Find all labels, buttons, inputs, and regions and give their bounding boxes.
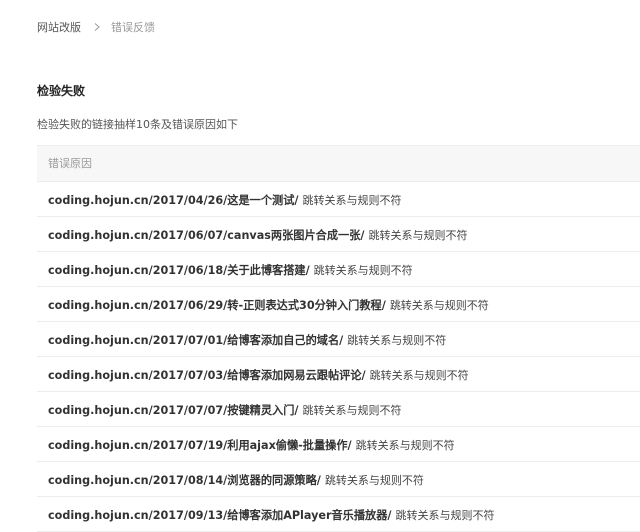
error-reason: 跳转关系与规则不符 — [313, 264, 413, 277]
error-url-link[interactable]: coding.hojun.cn/2017/08/14/浏览器的同源策略/ — [48, 474, 321, 487]
breadcrumb-current: 错误反馈 — [111, 21, 155, 34]
error-url-link[interactable]: coding.hojun.cn/2017/07/03/给博客添加网易云跟帖评论/ — [48, 369, 366, 382]
error-url-link[interactable]: coding.hojun.cn/2017/09/13/给博客添加APlayer音… — [48, 509, 392, 522]
error-url-link[interactable]: coding.hojun.cn/2017/06/07/canvas两张图片合成一… — [48, 229, 365, 242]
table-row: coding.hojun.cn/2017/08/14/浏览器的同源策略/跳转关系… — [37, 462, 640, 497]
error-url-link[interactable]: coding.hojun.cn/2017/06/29/转-正则表达式30分钟入门… — [48, 299, 386, 312]
section-description: 检验失败的链接抽样10条及错误原因如下 — [37, 118, 238, 131]
table-row: coding.hojun.cn/2017/04/26/这是一个测试/跳转关系与规… — [37, 182, 640, 217]
section-title: 检验失败 — [37, 84, 86, 98]
error-reason: 跳转关系与规则不符 — [368, 229, 468, 242]
error-reason: 跳转关系与规则不符 — [324, 474, 424, 487]
error-url-link[interactable]: coding.hojun.cn/2017/07/07/按键精灵入门/ — [48, 404, 298, 417]
error-url-link[interactable]: coding.hojun.cn/2017/04/26/这是一个测试/ — [48, 194, 298, 207]
table-row: coding.hojun.cn/2017/06/07/canvas两张图片合成一… — [37, 217, 640, 252]
table-row: coding.hojun.cn/2017/07/07/按键精灵入门/跳转关系与规… — [37, 392, 640, 427]
error-reason: 跳转关系与规则不符 — [347, 334, 447, 347]
table-row: coding.hojun.cn/2017/09/13/给博客添加APlayer音… — [37, 497, 640, 532]
error-url-link[interactable]: coding.hojun.cn/2017/07/19/利用ajax偷懒-批量操作… — [48, 439, 352, 452]
error-reason: 跳转关系与规则不符 — [302, 404, 402, 417]
table-row: coding.hojun.cn/2017/07/03/给博客添加网易云跟帖评论/… — [37, 357, 640, 392]
error-reason: 跳转关系与规则不符 — [302, 194, 402, 207]
error-reason: 跳转关系与规则不符 — [395, 509, 495, 522]
error-url-link[interactable]: coding.hojun.cn/2017/06/18/关于此博客搭建/ — [48, 264, 310, 277]
error-reason: 跳转关系与规则不符 — [389, 299, 489, 312]
error-reason: 跳转关系与规则不符 — [355, 439, 455, 452]
error-url-link[interactable]: coding.hojun.cn/2017/07/01/给博客添加自己的域名/ — [48, 334, 343, 347]
breadcrumb: 网站改版 错误反馈 — [37, 20, 155, 34]
table-row: coding.hojun.cn/2017/06/29/转-正则表达式30分钟入门… — [37, 287, 640, 322]
table-row: coding.hojun.cn/2017/06/18/关于此博客搭建/跳转关系与… — [37, 252, 640, 287]
table-header: 错误原因 — [37, 146, 640, 182]
breadcrumb-site-redesign-link[interactable]: 网站改版 — [37, 19, 81, 35]
table-row: coding.hojun.cn/2017/07/19/利用ajax偷懒-批量操作… — [37, 427, 640, 462]
table-row: coding.hojun.cn/2017/07/01/给博客添加自己的域名/跳转… — [37, 322, 640, 357]
chevron-right-icon — [91, 23, 103, 31]
error-table: 错误原因 coding.hojun.cn/2017/04/26/这是一个测试/跳… — [37, 145, 640, 532]
error-reason: 跳转关系与规则不符 — [369, 369, 469, 382]
